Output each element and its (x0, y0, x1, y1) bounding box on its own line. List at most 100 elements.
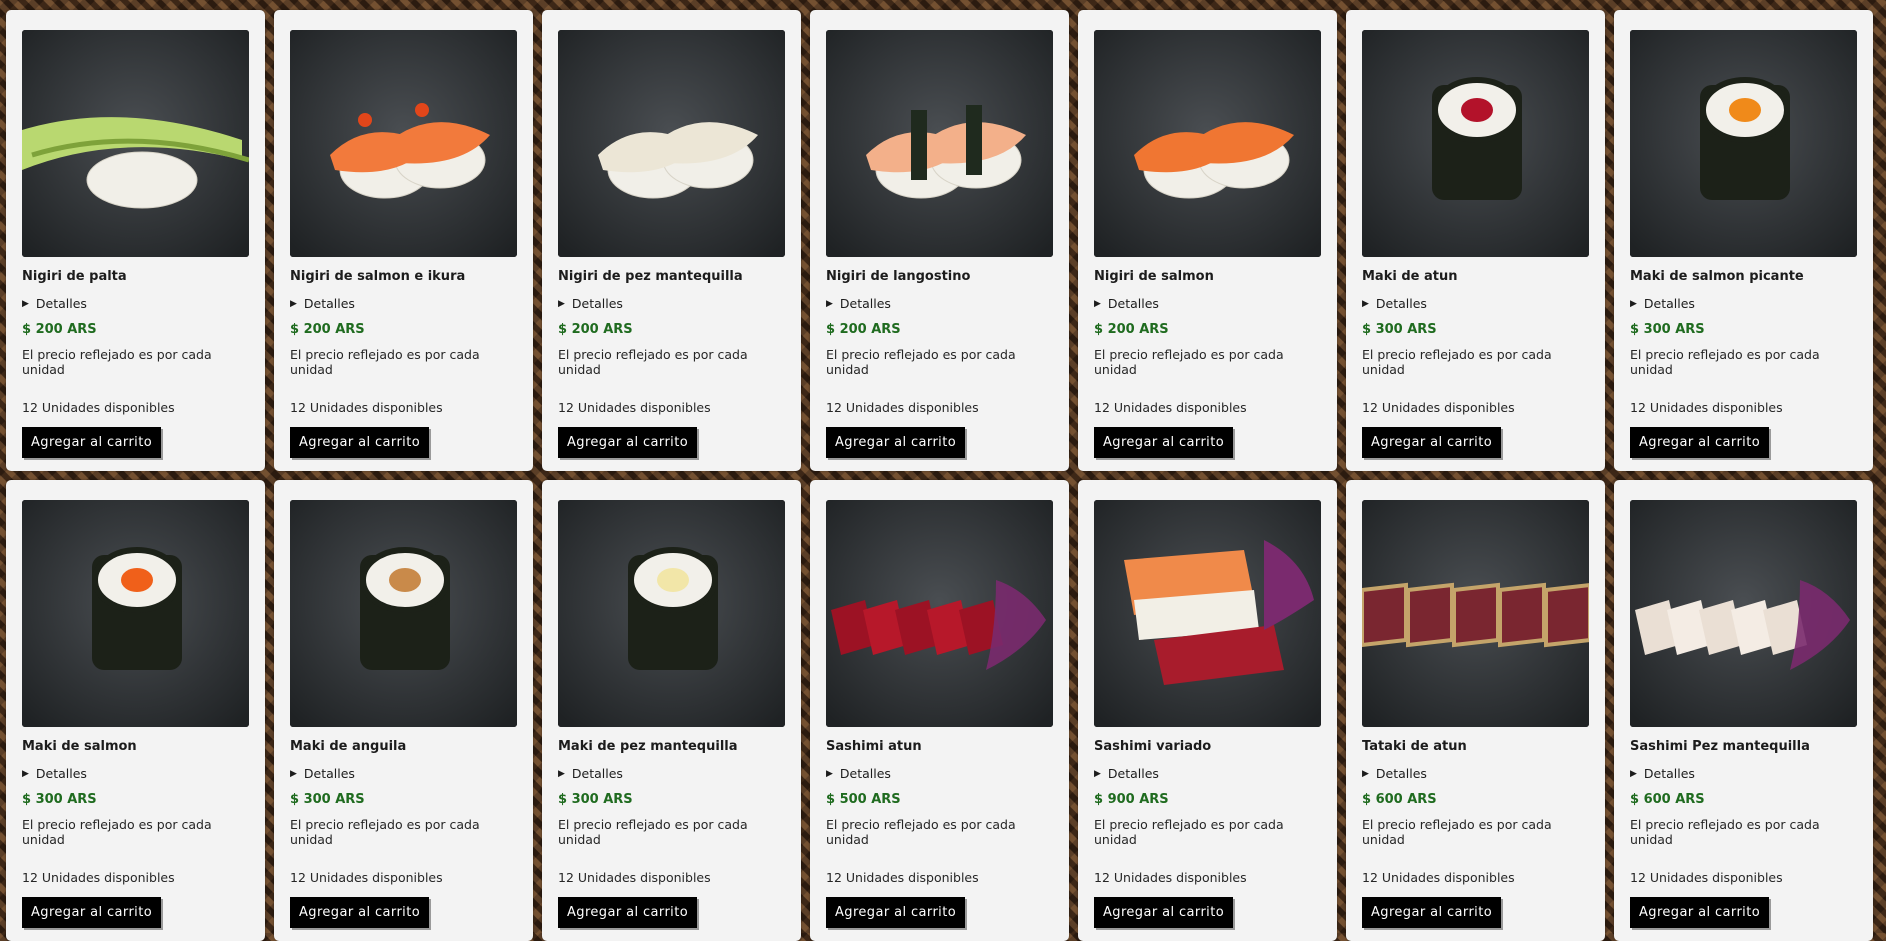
stock-count: 12 Unidades disponibles (558, 400, 711, 415)
add-to-cart-button[interactable]: Agregar al carrito (826, 427, 966, 458)
maki-anguila-image (290, 500, 517, 727)
product-name: Sashimi atun (826, 739, 922, 754)
add-to-cart-button[interactable]: Agregar al carrito (1630, 897, 1770, 928)
details-toggle[interactable]: ▶ Detalles (1362, 766, 1589, 781)
maki-salmon-picante-image (1630, 30, 1857, 257)
add-to-cart-button[interactable]: Agregar al carrito (1362, 897, 1502, 928)
add-to-cart-button[interactable]: Agregar al carrito (1094, 427, 1234, 458)
stock-count: 12 Unidades disponibles (22, 870, 175, 885)
details-toggle[interactable]: ▶ Detalles (290, 296, 517, 311)
details-toggle[interactable]: ▶ Detalles (290, 766, 517, 781)
product-image[interactable] (1094, 500, 1321, 727)
nigiri-salmon-image (1094, 30, 1321, 257)
product-image[interactable] (1630, 30, 1857, 257)
product-name: Sashimi Pez mantequilla (1630, 739, 1810, 754)
details-label: Detalles (303, 766, 355, 781)
details-toggle[interactable]: ▶ Detalles (1094, 766, 1321, 781)
product-image[interactable] (22, 500, 249, 727)
triangle-right-icon: ▶ (558, 298, 565, 309)
product-image[interactable] (1362, 30, 1589, 257)
details-toggle[interactable]: ▶ Detalles (826, 296, 1053, 311)
product-image[interactable] (1630, 500, 1857, 727)
price-note: El precio reflejado es por cada unidad (1094, 817, 1284, 847)
stock-count: 12 Unidades disponibles (826, 870, 979, 885)
product-name: Maki de salmon (22, 739, 137, 754)
add-to-cart-button[interactable]: Agregar al carrito (290, 427, 430, 458)
product-name: Maki de anguila (290, 739, 407, 754)
details-toggle[interactable]: ▶ Detalles (1630, 296, 1857, 311)
maki-salmon-image (22, 500, 249, 727)
details-toggle[interactable]: ▶ Detalles (1094, 296, 1321, 311)
product-image[interactable] (826, 500, 1053, 727)
stock-count: 12 Unidades disponibles (290, 870, 443, 885)
triangle-right-icon: ▶ (1094, 298, 1101, 309)
details-toggle[interactable]: ▶ Detalles (558, 296, 785, 311)
product-name: Nigiri de pez mantequilla (558, 269, 743, 284)
product-image[interactable] (290, 30, 517, 257)
product-card: Nigiri de langostino ▶ Detalles $ 200 ARS… (810, 10, 1069, 471)
product-card: Maki de atun ▶ Detalles $ 300 ARS El prec… (1346, 10, 1605, 471)
product-image[interactable] (558, 500, 785, 727)
add-to-cart-button[interactable]: Agregar al carrito (558, 897, 698, 928)
product-image[interactable] (22, 30, 249, 257)
price-note: El precio reflejado es por cada unidad (22, 817, 212, 847)
product-image[interactable] (558, 30, 785, 257)
product-card: Nigiri de salmon e ikura ▶ Detalles $ 200… (274, 10, 533, 471)
product-price: $ 200 ARS (826, 322, 901, 337)
add-to-cart-button[interactable]: Agregar al carrito (22, 897, 162, 928)
triangle-right-icon: ▶ (22, 768, 29, 779)
details-label: Detalles (35, 296, 87, 311)
price-note: El precio reflejado es por cada unidad (558, 817, 748, 847)
triangle-right-icon: ▶ (1094, 768, 1101, 779)
details-label: Detalles (1643, 296, 1695, 311)
details-toggle[interactable]: ▶ Detalles (22, 296, 249, 311)
product-card: Maki de salmon ▶ Detalles $ 300 ARS El pr… (6, 480, 265, 941)
details-toggle[interactable]: ▶ Detalles (1630, 766, 1857, 781)
add-to-cart-button[interactable]: Agregar al carrito (1094, 897, 1234, 928)
product-card: Nigiri de salmon ▶ Detalles $ 200 ARS El … (1078, 10, 1337, 471)
details-label: Detalles (1107, 766, 1159, 781)
details-label: Detalles (35, 766, 87, 781)
product-name: Tataki de atun (1362, 739, 1467, 754)
product-price: $ 300 ARS (1630, 322, 1705, 337)
product-price: $ 300 ARS (1362, 322, 1437, 337)
product-price: $ 600 ARS (1630, 792, 1705, 807)
product-image[interactable] (826, 30, 1053, 257)
triangle-right-icon: ▶ (22, 298, 29, 309)
triangle-right-icon: ▶ (826, 768, 833, 779)
price-note: El precio reflejado es por cada unidad (290, 347, 480, 377)
add-to-cart-button[interactable]: Agregar al carrito (290, 897, 430, 928)
product-price: $ 200 ARS (1094, 322, 1169, 337)
triangle-right-icon: ▶ (290, 298, 297, 309)
details-toggle[interactable]: ▶ Detalles (558, 766, 785, 781)
add-to-cart-button[interactable]: Agregar al carrito (558, 427, 698, 458)
triangle-right-icon: ▶ (1630, 298, 1637, 309)
product-name: Nigiri de langostino (826, 269, 971, 284)
product-image[interactable] (1094, 30, 1321, 257)
add-to-cart-button[interactable]: Agregar al carrito (826, 897, 966, 928)
product-name: Nigiri de salmon (1094, 269, 1214, 284)
nigiri-palta-image (22, 30, 249, 257)
price-note: El precio reflejado es por cada unidad (826, 817, 1016, 847)
maki-pez-mantequilla-image (558, 500, 785, 727)
product-image[interactable] (1362, 500, 1589, 727)
price-note: El precio reflejado es por cada unidad (1630, 347, 1820, 377)
product-card: Tataki de atun ▶ Detalles $ 600 ARS El pr… (1346, 480, 1605, 941)
add-to-cart-button[interactable]: Agregar al carrito (1630, 427, 1770, 458)
details-toggle[interactable]: ▶ Detalles (1362, 296, 1589, 311)
product-image[interactable] (290, 500, 517, 727)
product-price: $ 300 ARS (290, 792, 365, 807)
details-label: Detalles (303, 296, 355, 311)
stock-count: 12 Unidades disponibles (290, 400, 443, 415)
details-toggle[interactable]: ▶ Detalles (22, 766, 249, 781)
price-note: El precio reflejado es por cada unidad (1362, 347, 1552, 377)
details-toggle[interactable]: ▶ Detalles (826, 766, 1053, 781)
stock-count: 12 Unidades disponibles (1630, 400, 1783, 415)
product-card: Maki de anguila ▶ Detalles $ 300 ARS El p… (274, 480, 533, 941)
price-note: El precio reflejado es por cada unidad (1094, 347, 1284, 377)
nigiri-salmon-ikura-image (290, 30, 517, 257)
product-price: $ 500 ARS (826, 792, 901, 807)
triangle-right-icon: ▶ (826, 298, 833, 309)
add-to-cart-button[interactable]: Agregar al carrito (22, 427, 162, 458)
add-to-cart-button[interactable]: Agregar al carrito (1362, 427, 1502, 458)
